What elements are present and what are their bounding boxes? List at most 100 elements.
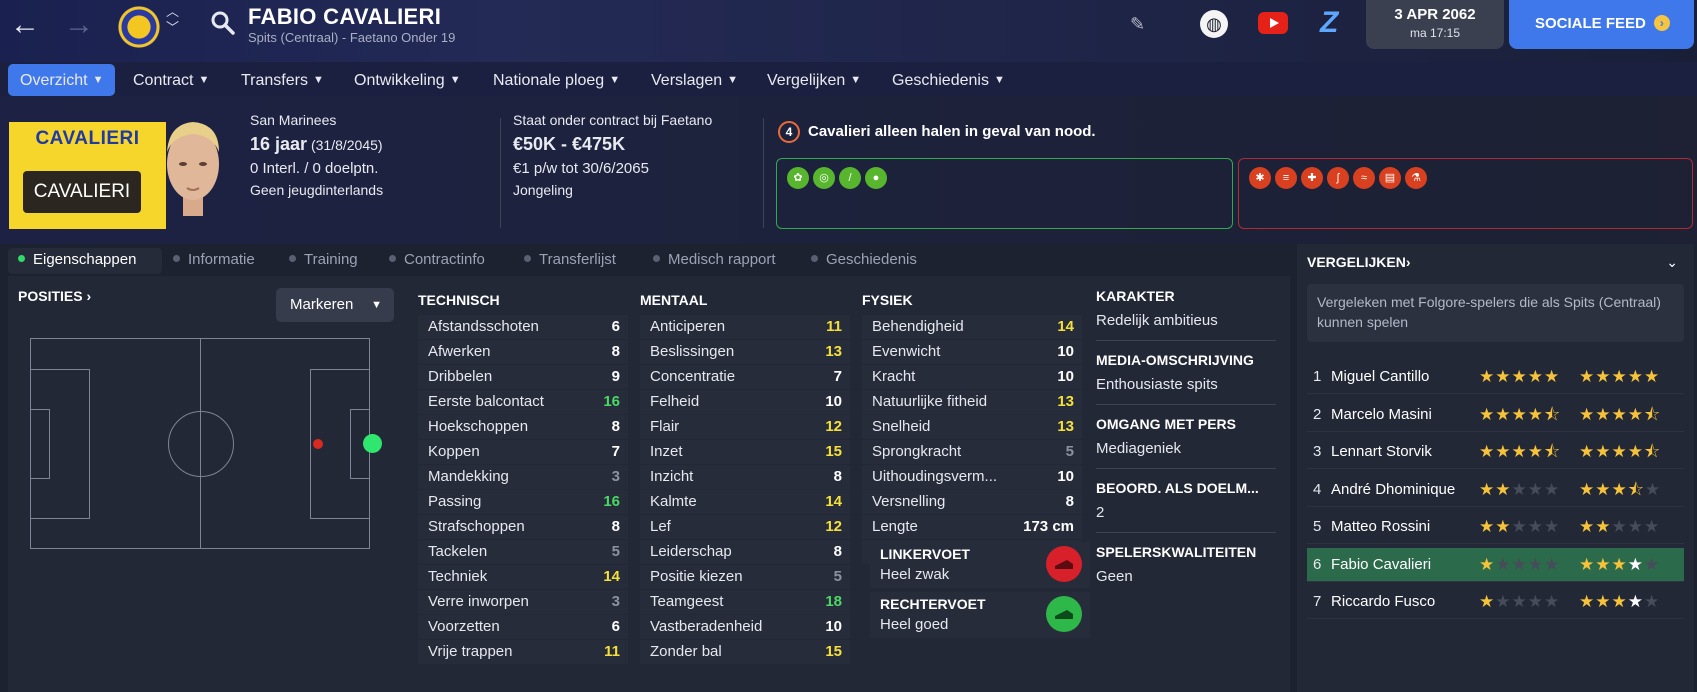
player-switch-chevrons[interactable]: ︿ ﹀ — [166, 4, 179, 36]
attribute-row[interactable]: Behendigheid 14 — [862, 315, 1082, 339]
scout-recommendation[interactable]: 4 Cavalieri alleen halen in geval van noo… — [778, 121, 1096, 143]
attribute-row[interactable]: Koppen 7 — [418, 440, 628, 464]
attribute-row[interactable]: Lef 12 — [640, 515, 850, 539]
globe-icon[interactable]: ◍ — [1200, 10, 1228, 38]
attribute-row[interactable]: Flair 12 — [640, 415, 850, 439]
tab-training[interactable]: Training — [289, 251, 358, 268]
attribute-row[interactable]: Dribbelen 9 — [418, 365, 628, 389]
compare-row[interactable]: 2 Marcelo Masini ★★★★⯪ ★★★★⯪ — [1307, 398, 1684, 432]
compare-row[interactable]: 4 André Dhominique ★★★★★ ★★★⯪★ — [1307, 473, 1684, 507]
compare-row[interactable]: 7 Riccardo Fusco ★★★★★ ★★★★★ — [1307, 585, 1684, 619]
compare-rank: 7 — [1313, 593, 1322, 610]
chevron-down-icon[interactable]: ﹀ — [166, 20, 179, 36]
player-subtitle[interactable]: Spits (Centraal) - Faetano Onder 19 — [248, 30, 455, 45]
brain-icon[interactable]: ● — [865, 167, 887, 189]
target-icon[interactable]: ◎ — [813, 167, 835, 189]
position-pitch[interactable] — [30, 338, 382, 549]
flask-icon[interactable]: ⚗ — [1405, 167, 1427, 189]
attribute-row[interactable]: Verre inworpen 3 — [418, 590, 628, 614]
compare-header[interactable]: VERGELIJKEN› — [1307, 254, 1410, 270]
attribute-row[interactable]: Sprongkracht 5 — [862, 440, 1082, 464]
attribute-row[interactable]: Tackelen 5 — [418, 540, 628, 564]
tab-eigenschappen[interactable]: Eigenschappen — [18, 251, 136, 268]
forward-arrow-icon[interactable]: → — [64, 8, 94, 42]
attribute-row[interactable]: Voorzetten 6 — [418, 615, 628, 639]
menu-contract[interactable]: Contract ▼ — [133, 64, 209, 96]
video-icon[interactable] — [1258, 12, 1288, 34]
menu-vergelijken[interactable]: Vergelijken ▼ — [767, 64, 861, 96]
boot-icon[interactable]: / — [839, 167, 861, 189]
medical-cross-icon[interactable]: ✚ — [1301, 167, 1323, 189]
social-feed-button[interactable]: SOCIALE FEED › — [1509, 0, 1694, 49]
attribute-row[interactable]: Vastberadenheid 10 — [640, 615, 850, 639]
z-logo-icon[interactable]: Z — [1320, 6, 1338, 40]
attribute-row[interactable]: Lengte 173 cm — [862, 515, 1082, 539]
lungs-icon[interactable]: ≈ — [1353, 167, 1375, 189]
date-display[interactable]: 3 APR 2062 ma 17:15 — [1366, 0, 1504, 49]
tab-transferlijst[interactable]: Transferlijst — [524, 251, 616, 268]
attribute-row[interactable]: Strafschoppen 8 — [418, 515, 628, 539]
contract-status[interactable]: Staat onder contract bij Faetano — [513, 112, 712, 128]
attribute-row[interactable]: Kracht 10 — [862, 365, 1082, 389]
right-foot[interactable]: RECHTERVOET Heel goed — [870, 592, 1090, 638]
positions-header[interactable]: POSITIES › — [18, 288, 91, 304]
attribute-row[interactable]: Passing 16 — [418, 490, 628, 514]
attribute-row[interactable]: Evenwicht 10 — [862, 340, 1082, 364]
left-foot[interactable]: LINKERVOET Heel zwak — [870, 542, 1090, 588]
attribute-row[interactable]: Techniek 14 — [418, 565, 628, 589]
nationality[interactable]: San Marinees — [250, 112, 336, 128]
tab-informatie[interactable]: Informatie — [173, 251, 255, 268]
attribute-row[interactable]: Afwerken 8 — [418, 340, 628, 364]
document-icon[interactable]: ▤ — [1379, 167, 1401, 189]
attribute-row[interactable]: Afstandsschoten 6 — [418, 315, 628, 339]
attribute-row[interactable]: Zonder bal 15 — [640, 640, 850, 664]
secondary-position-marker[interactable] — [313, 439, 323, 449]
chevron-up-icon[interactable]: ︿ — [166, 4, 179, 20]
attribute-row[interactable]: Positie kiezen 5 — [640, 565, 850, 589]
attribute-row[interactable]: Mandekking 3 — [418, 465, 628, 489]
menu-ontwikkeling[interactable]: Ontwikkeling ▼ — [354, 64, 461, 96]
attribute-row[interactable]: Natuurlijke fitheid 13 — [862, 390, 1082, 414]
injury-icon[interactable]: ✱ — [1249, 167, 1271, 189]
attribute-row[interactable]: Felheid 10 — [640, 390, 850, 414]
compare-row[interactable]: 6 Fabio Cavalieri ★★★★★ ★★★★★ — [1307, 547, 1684, 582]
chevron-down-icon[interactable]: ⌄ — [1666, 254, 1678, 271]
attribute-row[interactable]: Inzet 15 — [640, 440, 850, 464]
menu-verslagen[interactable]: Verslagen ▼ — [651, 64, 738, 96]
attribute-row[interactable]: Versnelling 8 — [862, 490, 1082, 514]
menu-geschiedenis[interactable]: Geschiedenis ▼ — [892, 64, 1005, 96]
attribute-row[interactable]: Inzicht 8 — [640, 465, 850, 489]
attribute-row[interactable]: Beslissingen 13 — [640, 340, 850, 364]
compare-row[interactable]: 1 Miguel Cantillo ★★★★★ ★★★★★ — [1307, 360, 1684, 394]
menu-overzicht[interactable]: Overzicht ▼ — [8, 64, 116, 96]
attribute-row[interactable]: Uithoudingsverm... 10 — [862, 465, 1082, 489]
tab-geschiedenis[interactable]: Geschiedenis — [811, 251, 917, 268]
attribute-row[interactable]: Snelheid 13 — [862, 415, 1082, 439]
menu-transfers[interactable]: Transfers ▼ — [241, 64, 324, 96]
attribute-row[interactable]: Leiderschap 8 — [640, 540, 850, 564]
menu-nationale-ploeg[interactable]: Nationale ploeg ▼ — [493, 64, 620, 96]
compare-row[interactable]: 3 Lennart Storvik ★★★★⯪ ★★★★⯪ — [1307, 435, 1684, 469]
tab-contractinfo[interactable]: Contractinfo — [389, 251, 485, 268]
search-icon[interactable] — [210, 10, 236, 36]
attribute-row[interactable]: Vrije trappen 11 — [418, 640, 628, 664]
foot-icon[interactable]: ʃ — [1327, 167, 1349, 189]
stretch-icon[interactable]: ≡ — [1275, 167, 1297, 189]
attribute-value: 14 — [1057, 318, 1074, 335]
attribute-row[interactable]: Anticiperen 11 — [640, 315, 850, 339]
tab-medisch-rapport[interactable]: Medisch rapport — [653, 251, 776, 268]
attribute-row[interactable]: Eerste balcontact 16 — [418, 390, 628, 414]
compare-row[interactable]: 5 Matteo Rossini ★★★★★ ★★★★★ — [1307, 510, 1684, 544]
attribute-row[interactable]: Concentratie 7 — [640, 365, 850, 389]
attribute-row[interactable]: Teamgeest 18 — [640, 590, 850, 614]
attribute-row[interactable]: Hoekschoppen 8 — [418, 415, 628, 439]
nameplate-name[interactable]: CAVALIERI — [23, 171, 141, 213]
club-logo[interactable] — [118, 6, 160, 48]
primary-position-marker[interactable] — [363, 434, 382, 453]
back-arrow-icon[interactable]: ← — [10, 8, 40, 42]
player-portrait — [167, 122, 219, 216]
mark-dropdown[interactable]: Markeren ▼ — [276, 288, 394, 322]
trait-positive-icon[interactable]: ✿ — [787, 167, 809, 189]
pencil-icon[interactable]: ✎ — [1130, 14, 1145, 35]
attribute-row[interactable]: Kalmte 14 — [640, 490, 850, 514]
